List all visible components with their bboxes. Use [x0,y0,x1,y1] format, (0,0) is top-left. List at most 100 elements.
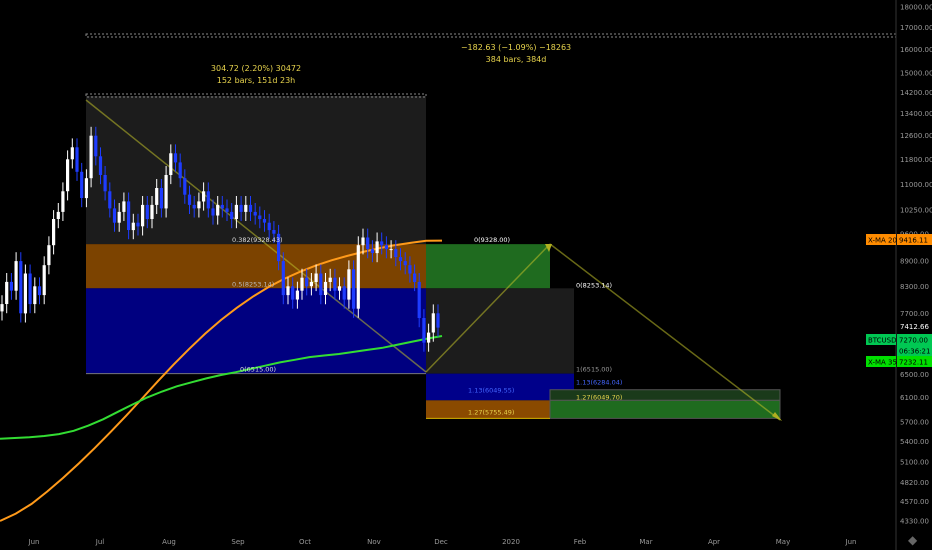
candle-body [337,286,342,291]
fib-zone-green [426,244,550,289]
candle-body [286,286,290,296]
price-tick-label: 4820.00 [900,479,929,487]
price-tick-label: 4330.00 [900,518,929,526]
time-tick-label: May [776,538,790,546]
candle-body [155,188,159,205]
fib-label-left: 0.5(8253.14) [232,280,274,288]
price-tick-label: 4570.00 [900,498,929,506]
fib-label-left: 0.382(9328.43) [232,236,283,244]
price-tick-label: 11000.00 [900,181,932,189]
candle-body [159,188,163,209]
candle-body [98,156,103,175]
time-tick-label: Mar [639,538,652,546]
candle-body [309,281,313,287]
candle-body [239,204,243,212]
candle-body [94,135,98,157]
candle-body [384,245,388,250]
candle-body [244,204,248,212]
price-tick-label: 5100.00 [900,459,929,467]
time-tick-label: Dec [434,538,448,546]
candle-body [173,153,178,163]
price-badge-value: 7412.66 [900,323,929,331]
time-tick-label: Jun [845,538,857,546]
fib-zone-grey [426,288,574,374]
candle-body [408,265,412,274]
candle-body [23,273,27,314]
fib-label-right: 1.13(6284.04) [576,379,622,387]
candle-body [370,249,374,253]
candle-body [314,273,318,282]
candle-body [47,245,51,266]
candle-body [112,208,117,223]
range-handle-left [85,93,427,98]
candle-body [323,281,328,295]
candle-body [66,159,70,192]
fib-label-right: 1.13(6049.55) [468,387,514,395]
time-tick-label: Jul [95,538,105,546]
candle-body [389,249,393,251]
candle-body [33,286,37,305]
fib-zone-green-right-b [549,399,781,419]
measure-label-left-2: 152 bars, 151d 23h [217,76,295,85]
price-tick-label: 5400.00 [900,438,929,446]
candle-body [122,201,126,212]
candle-body [28,273,32,305]
candle-body [80,171,84,198]
price-badge-value: 9416.11 [899,237,928,245]
candle-body [305,277,309,287]
candle-body [291,286,295,300]
time-tick-label: Nov [367,538,381,546]
candle-body [248,204,253,212]
candle-body [267,222,271,231]
fib-label-right: 0(9328.00) [474,236,510,244]
range-handle-top [85,33,897,38]
candle-body [192,204,196,209]
candle-body [295,290,299,300]
price-tick-label: 16000.00 [900,46,932,54]
candle-body [178,162,182,179]
measure-label-right-1: −182.63 (−1.09%) −18263 [461,43,571,52]
candle-body [380,241,384,246]
price-badge-name: BTCUSD [868,337,897,345]
candle-body [56,211,60,219]
time-tick-label: Jun [28,538,40,546]
candle-body [253,211,257,216]
candle-body [141,204,145,227]
candle-body [352,269,356,309]
candle-body [220,204,224,209]
candle-body [136,222,140,227]
price-tick-label: 10250.00 [900,207,932,215]
price-tick-label: 6100.00 [900,394,929,402]
price-tick-label: 18000.00 [900,4,932,12]
candle-body [9,281,13,291]
candle-body [431,313,435,333]
candle-body [164,175,168,209]
candle-body [394,249,398,257]
candle-body [14,261,18,291]
measure-label-left-1: 304.72 (2.20%) 30472 [211,64,301,73]
price-badge-value: 7270.00 [899,337,928,345]
fib-label-right: 1.27(6049.70) [576,393,622,401]
price-tick-label: 15000.00 [900,69,932,77]
time-tick-label: Sep [231,538,245,546]
candle-body [427,332,431,343]
candle-body [272,230,276,234]
candle-body [197,201,201,209]
candle-body [281,261,285,296]
candle-body [187,194,192,205]
candle-body [127,201,131,230]
candle-body [417,281,421,318]
range-box-upper [86,96,426,245]
price-tick-label: 6500.00 [900,371,929,379]
candle-body [145,204,149,219]
btcusd-chart[interactable]: 304.72 (2.20%) 30472 152 bars, 151d 23h −1… [0,0,932,550]
price-badge-value: 7232.11 [899,359,928,367]
price-badge-name: X-MA 350 [868,359,901,367]
candle-body [262,219,267,223]
price-tick-label: 7700.00 [900,310,929,318]
price-tick-label: 13400.00 [900,110,932,118]
candle-body [422,318,426,343]
candle-body [356,245,360,309]
candle-body [366,237,370,250]
candle-body [328,277,332,282]
